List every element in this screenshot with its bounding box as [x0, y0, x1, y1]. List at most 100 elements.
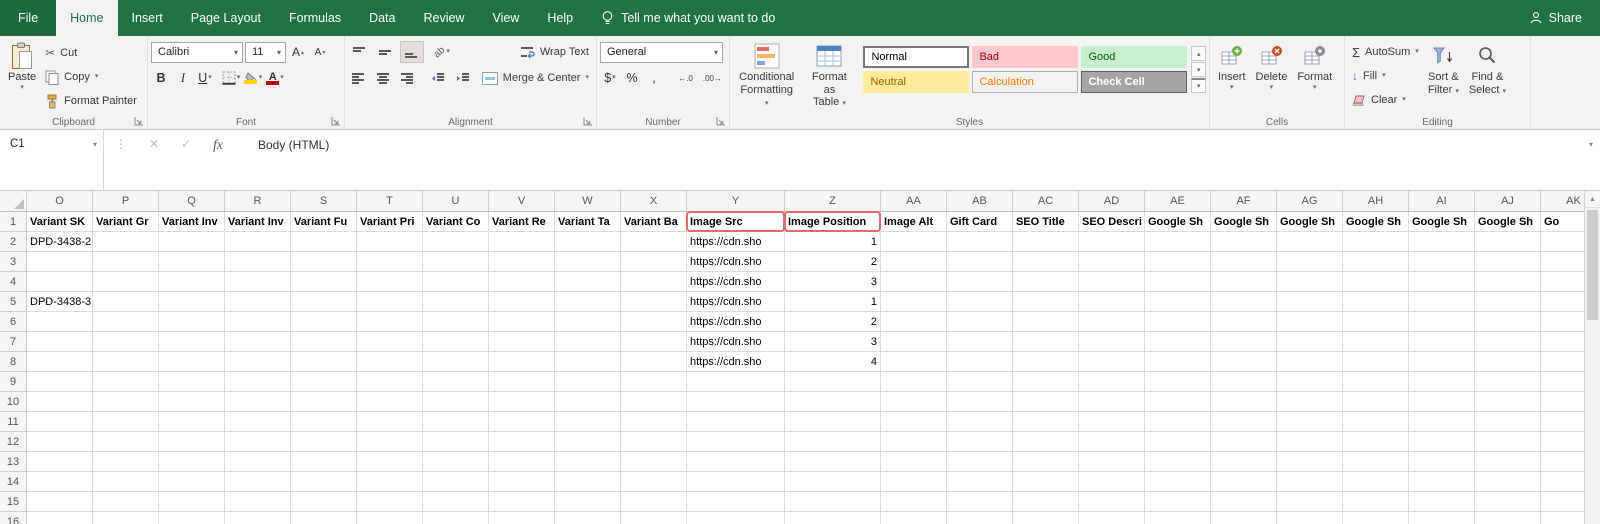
cell-Q11[interactable] — [159, 412, 225, 432]
cell-AJ16[interactable] — [1475, 512, 1541, 524]
row-header-10[interactable]: 10 — [0, 392, 27, 412]
cell-R14[interactable] — [225, 472, 291, 492]
cell-Q4[interactable] — [159, 272, 225, 292]
row-header-7[interactable]: 7 — [0, 332, 27, 352]
cell-Y9[interactable] — [687, 372, 785, 392]
cell-O10[interactable] — [27, 392, 93, 412]
alignment-dialog-launcher-icon[interactable] — [583, 117, 593, 127]
cell-W12[interactable] — [555, 432, 621, 452]
cell-AF10[interactable] — [1211, 392, 1277, 412]
format-as-table-button[interactable]: Format as Table ▾ — [800, 39, 858, 111]
cell-AD7[interactable] — [1079, 332, 1145, 352]
cell-U8[interactable] — [423, 352, 489, 372]
comma-style-button[interactable]: , — [644, 67, 664, 89]
column-header-AA[interactable]: AA — [881, 191, 947, 211]
row-header-6[interactable]: 6 — [0, 312, 27, 332]
row-header-12[interactable]: 12 — [0, 432, 27, 452]
cell-Z4[interactable]: 3 — [785, 272, 881, 292]
cell-AF5[interactable] — [1211, 292, 1277, 312]
cell-Z11[interactable] — [785, 412, 881, 432]
cell-AC2[interactable] — [1013, 232, 1079, 252]
font-color-button[interactable]: A ▾ — [265, 67, 285, 89]
cell-AH5[interactable] — [1343, 292, 1409, 312]
italic-button[interactable]: I — [173, 67, 193, 89]
cell-Z9[interactable] — [785, 372, 881, 392]
column-header-AI[interactable]: AI — [1409, 191, 1475, 211]
orientation-button[interactable]: ab ▾ — [432, 41, 452, 63]
cell-Q14[interactable] — [159, 472, 225, 492]
cell-AD14[interactable] — [1079, 472, 1145, 492]
style-chip-bad[interactable]: Bad — [972, 46, 1079, 68]
tab-help[interactable]: Help — [533, 0, 587, 36]
enter-icon[interactable]: ✓ — [170, 130, 202, 151]
cell-S9[interactable] — [291, 372, 357, 392]
tab-data[interactable]: Data — [355, 0, 409, 36]
cell-O5[interactable]: DPD-3438-3 — [27, 292, 93, 312]
cell-AH12[interactable] — [1343, 432, 1409, 452]
cell-X13[interactable] — [621, 452, 687, 472]
cell-V15[interactable] — [489, 492, 555, 512]
cell-AA2[interactable] — [881, 232, 947, 252]
cell-AH11[interactable] — [1343, 412, 1409, 432]
cell-AD2[interactable] — [1079, 232, 1145, 252]
cell-AB6[interactable] — [947, 312, 1013, 332]
row-header-9[interactable]: 9 — [0, 372, 27, 392]
cell-AE7[interactable] — [1145, 332, 1211, 352]
cell-AH10[interactable] — [1343, 392, 1409, 412]
cell-AI11[interactable] — [1409, 412, 1475, 432]
cell-AE5[interactable] — [1145, 292, 1211, 312]
cell-Z12[interactable] — [785, 432, 881, 452]
cell-AF1[interactable]: Google Sh — [1211, 212, 1277, 232]
cell-Z7[interactable]: 3 — [785, 332, 881, 352]
cell-S1[interactable]: Variant Fu — [291, 212, 357, 232]
cell-AA1[interactable]: Image Alt — [881, 212, 947, 232]
cell-O1[interactable]: Variant SK — [27, 212, 93, 232]
cell-AH3[interactable] — [1343, 252, 1409, 272]
style-chip-check-cell[interactable]: Check Cell — [1081, 71, 1188, 93]
cell-W11[interactable] — [555, 412, 621, 432]
cell-AJ4[interactable] — [1475, 272, 1541, 292]
cell-O8[interactable] — [27, 352, 93, 372]
cell-AE2[interactable] — [1145, 232, 1211, 252]
name-box-caret-icon[interactable]: ▾ — [93, 138, 97, 149]
cell-W10[interactable] — [555, 392, 621, 412]
cell-X5[interactable] — [621, 292, 687, 312]
column-header-V[interactable]: V — [489, 191, 555, 211]
cell-S13[interactable] — [291, 452, 357, 472]
cell-P14[interactable] — [93, 472, 159, 492]
cell-O6[interactable] — [27, 312, 93, 332]
bold-button[interactable]: B — [151, 67, 171, 89]
cell-W5[interactable] — [555, 292, 621, 312]
cell-AF9[interactable] — [1211, 372, 1277, 392]
cell-AB13[interactable] — [947, 452, 1013, 472]
row-header-15[interactable]: 15 — [0, 492, 27, 512]
cell-AJ9[interactable] — [1475, 372, 1541, 392]
cell-AH13[interactable] — [1343, 452, 1409, 472]
cell-AA14[interactable] — [881, 472, 947, 492]
cell-Z15[interactable] — [785, 492, 881, 512]
cell-W8[interactable] — [555, 352, 621, 372]
cell-AH14[interactable] — [1343, 472, 1409, 492]
cell-X3[interactable] — [621, 252, 687, 272]
cell-AA4[interactable] — [881, 272, 947, 292]
cell-AA9[interactable] — [881, 372, 947, 392]
cell-R11[interactable] — [225, 412, 291, 432]
cell-W9[interactable] — [555, 372, 621, 392]
cell-Q7[interactable] — [159, 332, 225, 352]
style-chip-normal[interactable]: Normal — [863, 46, 970, 68]
cell-X7[interactable] — [621, 332, 687, 352]
cell-AG3[interactable] — [1277, 252, 1343, 272]
cell-Z3[interactable]: 2 — [785, 252, 881, 272]
scroll-up-icon[interactable]: ▲ — [1585, 191, 1600, 208]
column-header-AD[interactable]: AD — [1079, 191, 1145, 211]
cell-AA8[interactable] — [881, 352, 947, 372]
cell-W4[interactable] — [555, 272, 621, 292]
cell-AD9[interactable] — [1079, 372, 1145, 392]
cell-Q2[interactable] — [159, 232, 225, 252]
column-header-AE[interactable]: AE — [1145, 191, 1211, 211]
cell-T8[interactable] — [357, 352, 423, 372]
cell-O14[interactable] — [27, 472, 93, 492]
row-header-3[interactable]: 3 — [0, 252, 27, 272]
cell-AH16[interactable] — [1343, 512, 1409, 524]
cell-O7[interactable] — [27, 332, 93, 352]
